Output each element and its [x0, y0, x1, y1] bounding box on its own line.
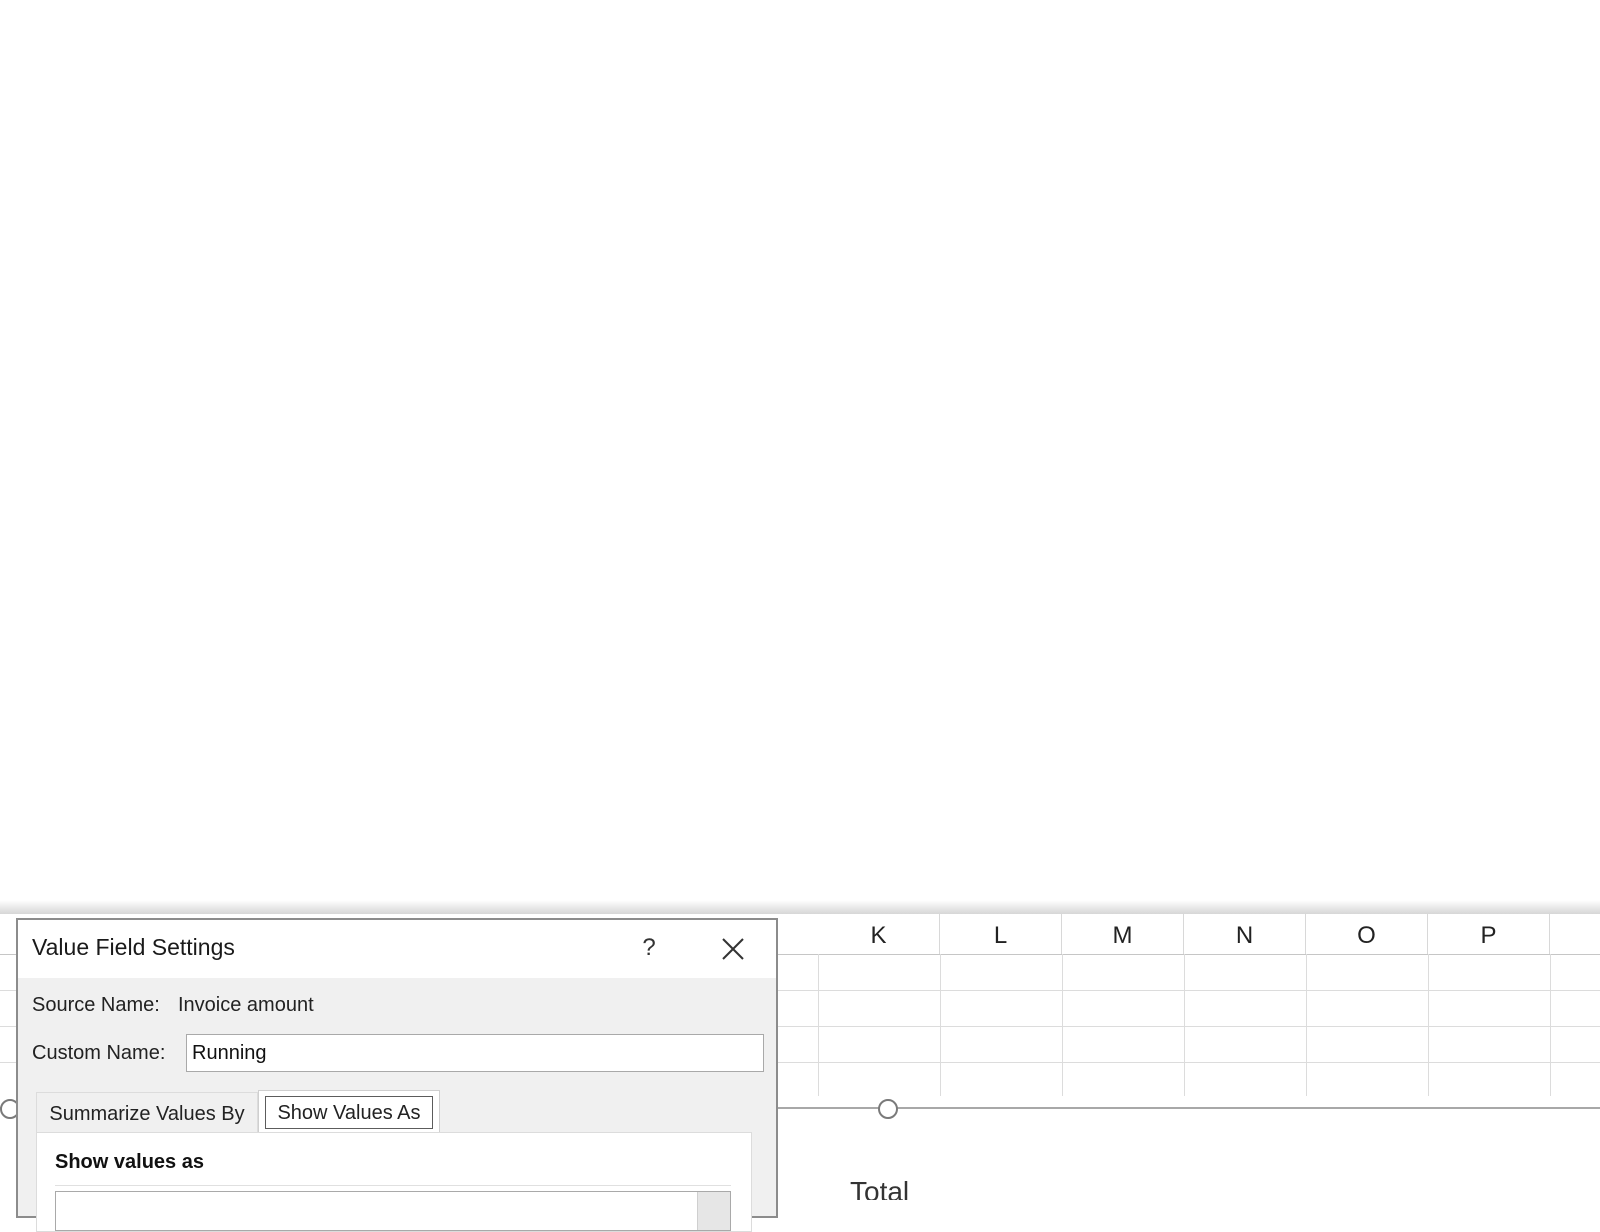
- blank-area: [0, 0, 1600, 900]
- chevron-down-icon[interactable]: [697, 1192, 730, 1230]
- column-header-p[interactable]: P: [1428, 914, 1550, 954]
- window-shadow: [0, 900, 1600, 914]
- source-name-label: Source Name:: [32, 994, 160, 1016]
- tab-panel: Show values as: [36, 1132, 752, 1232]
- column-header-n[interactable]: N: [1184, 914, 1306, 954]
- column-header-l[interactable]: L: [940, 914, 1062, 954]
- custom-name-input[interactable]: [186, 1034, 764, 1072]
- source-name-value: Invoice amount: [178, 994, 314, 1016]
- tab-show-values-as-label: Show Values As: [265, 1096, 433, 1129]
- help-button[interactable]: ?: [634, 932, 664, 964]
- resize-handle-middle[interactable]: [878, 1099, 898, 1119]
- close-button[interactable]: [716, 932, 750, 966]
- grid-col-line: [1550, 954, 1551, 1096]
- close-icon: [722, 938, 744, 960]
- grid-col-line: [1184, 954, 1185, 1096]
- tab-show-values-as[interactable]: Show Values As: [258, 1090, 440, 1134]
- grid-col-line: [1306, 954, 1307, 1096]
- value-field-settings-dialog: Value Field Settings ? Source Name: Invo…: [16, 918, 778, 1232]
- dialog-title-bar[interactable]: Value Field Settings ?: [18, 920, 776, 978]
- grid-col-line: [1062, 954, 1063, 1096]
- custom-name-label: Custom Name:: [32, 1042, 166, 1064]
- tab-summarize-values-by[interactable]: Summarize Values By: [36, 1092, 258, 1134]
- grid-col-line: [1428, 954, 1429, 1096]
- show-values-as-heading: Show values as: [55, 1151, 204, 1173]
- dialog-title: Value Field Settings: [32, 934, 235, 960]
- column-header-m[interactable]: M: [1062, 914, 1184, 954]
- column-header-o[interactable]: O: [1306, 914, 1428, 954]
- section-divider: [55, 1185, 731, 1186]
- show-values-as-dropdown[interactable]: [55, 1191, 731, 1231]
- chart-total-label: Total: [850, 1176, 910, 1200]
- column-header-k[interactable]: K: [818, 914, 940, 954]
- grid-col-line: [818, 954, 819, 1096]
- grid-col-line: [940, 954, 941, 1096]
